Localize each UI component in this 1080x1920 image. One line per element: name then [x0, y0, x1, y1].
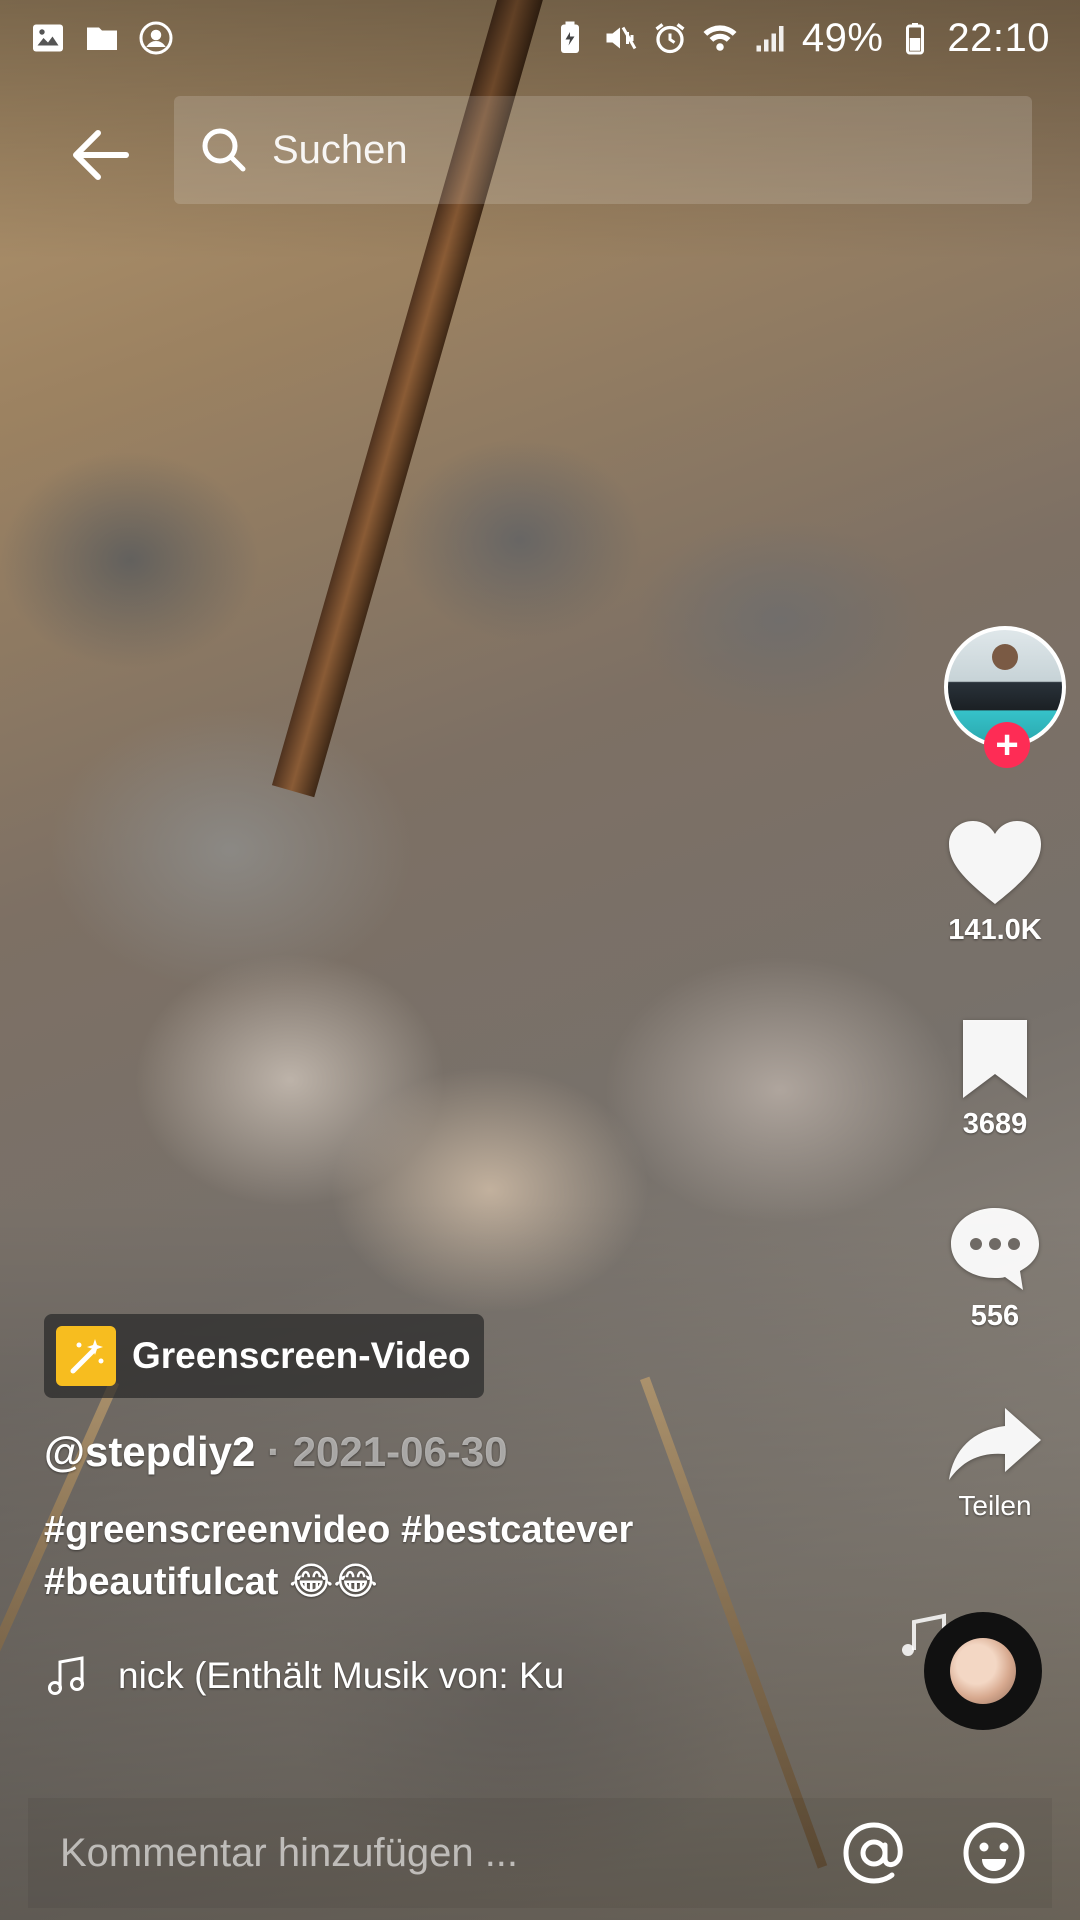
comment-button[interactable]: 556 — [910, 1204, 1080, 1333]
music-track-title: nick (Enthält Musik von: Ku — [118, 1655, 565, 1696]
like-count: 141.0K — [948, 914, 1042, 946]
status-left — [30, 20, 174, 56]
signal-icon — [752, 20, 788, 56]
wifi-icon — [702, 20, 738, 56]
battery-saver-icon — [552, 20, 588, 56]
music-disc-button[interactable] — [924, 1612, 1042, 1730]
music-note-icon — [48, 1656, 84, 1695]
post-date: 2021-06-30 — [292, 1428, 508, 1475]
folder-icon — [84, 20, 120, 56]
battery-percent: 49% — [801, 15, 884, 60]
mention-button[interactable] — [832, 1811, 916, 1895]
account-icon — [138, 20, 174, 56]
music-cover-art — [950, 1638, 1016, 1704]
share-arrow-icon — [949, 1408, 1041, 1480]
greenscreen-effect-badge[interactable]: Greenscreen-Video — [44, 1314, 484, 1398]
date-separator: · — [255, 1428, 293, 1475]
smiley-icon — [963, 1822, 1025, 1884]
heart-icon — [949, 821, 1041, 904]
arrow-left-icon — [73, 130, 129, 180]
share-button[interactable]: Teilen — [910, 1404, 1080, 1522]
video-caption[interactable]: #greenscreenvideo #bestcatever #beautifu… — [44, 1504, 684, 1608]
bookmark-icon — [963, 1020, 1027, 1098]
comment-bubble-icon — [951, 1208, 1039, 1290]
bookmark-button[interactable]: 3689 — [910, 1016, 1080, 1141]
alarm-icon — [652, 20, 688, 56]
comment-input-bar[interactable]: Kommentar hinzufügen ... — [28, 1798, 1052, 1908]
author-username[interactable]: @stepdiy2 — [44, 1428, 255, 1475]
comment-count: 556 — [970, 1300, 1020, 1332]
avatar-person-shape — [992, 644, 1018, 670]
back-button[interactable] — [52, 110, 148, 200]
music-info[interactable]: nick (Enthält Musik von: Ku — [44, 1648, 604, 1704]
at-sign-icon — [843, 1822, 903, 1884]
creator-avatar-group[interactable]: + — [944, 626, 1066, 776]
like-button[interactable]: 141.0K — [910, 818, 1080, 947]
share-label: Teilen — [958, 1490, 1032, 1521]
comment-input[interactable]: Kommentar hinzufügen ... — [60, 1831, 832, 1876]
search-placeholder: Suchen — [272, 127, 408, 172]
gallery-icon — [30, 20, 66, 56]
effect-label: Greenscreen-Video — [132, 1335, 471, 1376]
author-line: @stepdiy2 · 2021-06-30 — [44, 1428, 508, 1476]
magic-wand-icon — [56, 1326, 116, 1386]
mute-vibrate-icon — [602, 20, 638, 56]
search-input[interactable]: Suchen — [174, 96, 1032, 204]
search-icon — [202, 128, 246, 172]
bookmark-count: 3689 — [962, 1108, 1028, 1140]
emoji-button[interactable] — [952, 1811, 1036, 1895]
follow-button[interactable]: + — [984, 722, 1030, 768]
